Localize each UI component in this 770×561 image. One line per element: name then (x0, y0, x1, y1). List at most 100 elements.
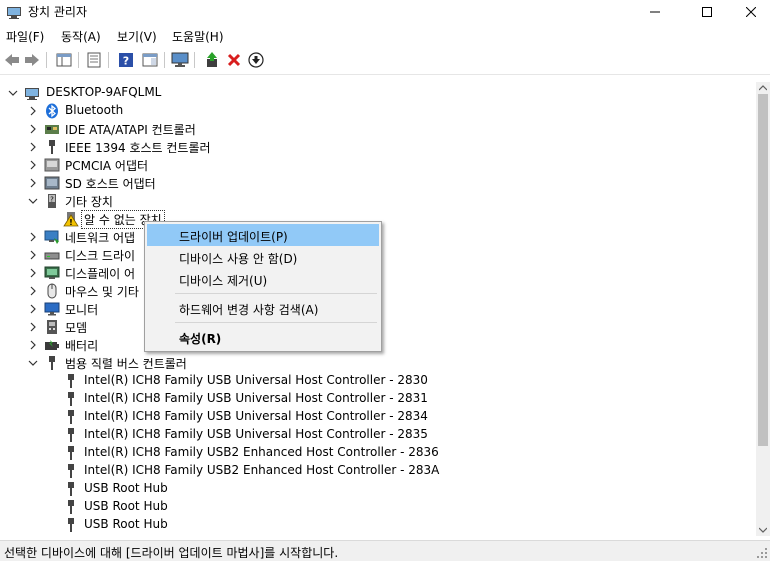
toolbar-separator (194, 52, 195, 68)
context-menu-properties[interactable]: 속성(R) (147, 326, 379, 348)
chevron-right-icon[interactable] (28, 268, 38, 278)
tree-category-other-devices[interactable]: ? 기타 장치 (0, 192, 740, 210)
chevron-right-icon[interactable] (28, 142, 38, 152)
chevron-down-icon[interactable] (8, 88, 18, 98)
tree-category-label: PCMCIA 어댑터 (65, 159, 149, 173)
context-menu-separator (175, 293, 377, 294)
tree-category-label: 디스플레이 어 (65, 267, 136, 281)
chevron-right-icon[interactable] (28, 160, 38, 170)
context-menu: 드라이버 업데이트(P) 디바이스 사용 안 함(D) 디바이스 제거(U) 하… (144, 221, 382, 352)
toolbar-separator (78, 52, 79, 68)
back-arrow-icon (5, 54, 19, 66)
close-icon (746, 7, 756, 17)
tree-category-label: 모니터 (65, 303, 99, 317)
help-toolbar-button[interactable]: ? (116, 50, 136, 70)
tree-category-label: 모뎀 (65, 321, 88, 335)
tree-item-label: Intel(R) ICH8 Family USB2 Enhanced Host … (84, 463, 440, 477)
tree-category-label: 디스크 드라이 (65, 249, 136, 263)
other-devices-icon: ? (48, 194, 56, 208)
tree-category-label: 배터리 (65, 339, 99, 353)
tree-category-bluetooth[interactable]: Bluetooth (0, 102, 740, 120)
tree-item-usb-device[interactable]: USB Root Hub (0, 480, 740, 498)
minimize-button[interactable] (632, 0, 678, 24)
network-adapter-icon (44, 230, 59, 244)
disable-device-toolbar-button[interactable] (246, 50, 266, 70)
maximize-button[interactable] (684, 0, 730, 24)
chevron-right-icon[interactable] (28, 250, 38, 260)
tree-item-usb-device[interactable]: USB Root Hub (0, 498, 740, 516)
toolbar-separator (164, 52, 165, 68)
chevron-right-icon[interactable] (28, 322, 38, 332)
tree-item-usb-device[interactable]: USB Root Hub (0, 516, 740, 534)
tree-item-usb-device[interactable]: Intel(R) ICH8 Family USB Universal Host … (0, 390, 740, 408)
chevron-down-icon[interactable] (28, 358, 38, 368)
pcmcia-icon (44, 158, 60, 172)
scroll-up-button[interactable] (756, 82, 770, 94)
monitor-icon (44, 302, 60, 316)
show-hide-console-tree-button[interactable] (54, 50, 74, 70)
context-menu-scan-hardware[interactable]: 하드웨어 변경 사항 검색(A) (147, 297, 379, 319)
context-menu-uninstall-device[interactable]: 디바이스 제거(U) (147, 268, 379, 290)
tree-item-label: Intel(R) ICH8 Family USB Universal Host … (84, 373, 428, 387)
back-button[interactable] (2, 50, 22, 70)
tree-category-ide[interactable]: IDE ATA/ATAPI 컨트롤러 (0, 120, 740, 138)
tree-item-label: Intel(R) ICH8 Family USB Universal Host … (84, 409, 428, 423)
ide-controller-icon (45, 125, 59, 134)
menu-help[interactable]: 도움말(H) (172, 28, 224, 45)
tree-category-sd-host[interactable]: SD 호스트 어댑터 (0, 174, 740, 192)
chevron-down-icon[interactable] (28, 196, 38, 206)
action-pane-button[interactable] (140, 50, 160, 70)
title-bar: 장치 관리자 (0, 0, 770, 24)
menu-view[interactable]: 보기(V) (117, 28, 157, 45)
disable-down-arrow-icon (248, 52, 264, 68)
update-driver-toolbar-button[interactable] (202, 50, 222, 70)
chevron-right-icon[interactable] (28, 340, 38, 350)
chevron-right-icon[interactable] (28, 178, 38, 188)
properties-toolbar-button[interactable] (84, 50, 104, 70)
tree-item-usb-device[interactable]: Intel(R) ICH8 Family USB2 Enhanced Host … (0, 444, 740, 462)
tree-item-usb-device[interactable]: Intel(R) ICH8 Family USB Universal Host … (0, 408, 740, 426)
tree-item-label: Intel(R) ICH8 Family USB Universal Host … (84, 391, 428, 405)
tree-item-label: Intel(R) ICH8 Family USB2 Enhanced Host … (84, 445, 439, 459)
menu-file[interactable]: 파일(F) (6, 28, 44, 45)
context-menu-disable-device[interactable]: 디바이스 사용 안 함(D) (147, 246, 379, 268)
tree-category-label: IEEE 1394 호스트 컨트롤러 (65, 141, 211, 155)
chevron-right-icon[interactable] (28, 304, 38, 314)
scrollbar-thumb[interactable] (758, 94, 768, 446)
context-menu-update-driver[interactable]: 드라이버 업데이트(P) (147, 224, 379, 246)
ieee1394-icon (49, 140, 55, 154)
tree-category-pcmcia[interactable]: PCMCIA 어댑터 (0, 156, 740, 174)
scroll-down-arrow-icon (759, 527, 767, 533)
chevron-right-icon[interactable] (28, 124, 38, 134)
usb-plug-icon (68, 428, 74, 442)
menu-action[interactable]: 동작(A) (61, 28, 101, 45)
chevron-right-icon[interactable] (28, 286, 38, 296)
context-menu-label: 속성(R) (179, 332, 222, 346)
mouse-icon (47, 283, 57, 299)
svg-text:?: ? (123, 55, 129, 68)
tree-item-usb-device[interactable]: Intel(R) ICH8 Family USB Universal Host … (0, 426, 740, 444)
tree-category-usb-controller[interactable]: 범용 직렬 버스 컨트롤러 (0, 354, 740, 372)
scroll-down-button[interactable] (756, 524, 770, 536)
bluetooth-icon (46, 103, 58, 119)
uninstall-device-toolbar-button[interactable] (224, 50, 244, 70)
sd-host-icon (44, 176, 60, 190)
red-x-icon (227, 53, 241, 67)
scan-hardware-toolbar-button[interactable] (170, 50, 190, 70)
resize-grip-icon[interactable] (756, 547, 768, 559)
tree-item-usb-device[interactable]: Intel(R) ICH8 Family USB Universal Host … (0, 372, 740, 390)
usb-plug-icon (68, 392, 74, 406)
menu-bar: 파일(F) 동작(A) 보기(V) 도움말(H) (0, 24, 770, 46)
chevron-right-icon[interactable] (28, 106, 38, 116)
forward-button[interactable] (22, 50, 42, 70)
tree-category-label: Bluetooth (65, 103, 124, 117)
forward-arrow-icon (25, 54, 39, 66)
tree-category-label: 기타 장치 (65, 195, 113, 209)
chevron-right-icon[interactable] (28, 232, 38, 242)
tree-root[interactable]: DESKTOP-9AFQLML (0, 84, 740, 102)
tree-item-label: USB Root Hub (84, 499, 168, 513)
close-button[interactable] (728, 0, 770, 24)
vertical-scrollbar[interactable] (756, 82, 770, 536)
tree-category-ieee1394[interactable]: IEEE 1394 호스트 컨트롤러 (0, 138, 740, 156)
tree-item-usb-device[interactable]: Intel(R) ICH8 Family USB2 Enhanced Host … (0, 462, 740, 480)
